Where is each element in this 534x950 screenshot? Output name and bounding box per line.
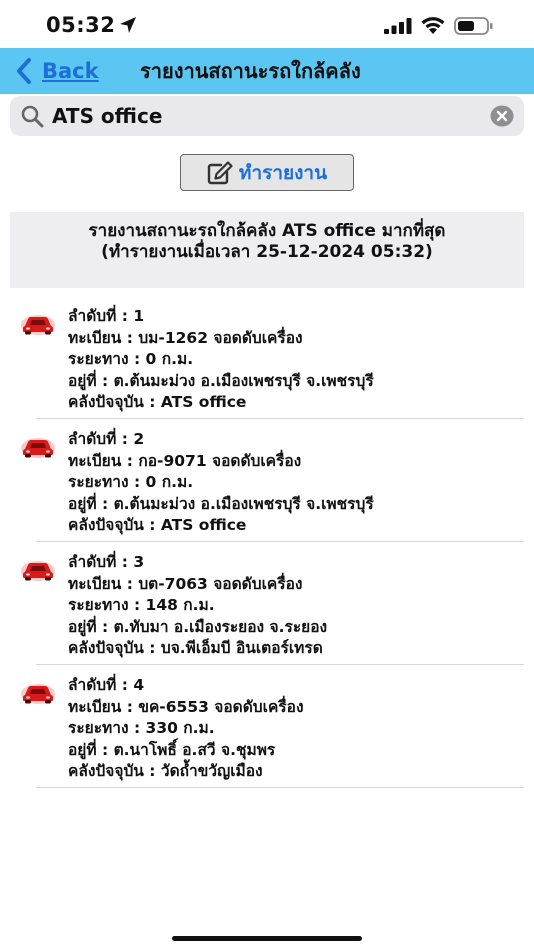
item-plate: ทะเบียน : บต-7063 จอดดับเครื่อง	[68, 574, 303, 593]
search-input[interactable]	[52, 100, 482, 132]
car-icon	[21, 684, 55, 704]
item-plate: ทะเบียน : ขค-6553 จอดดับเครื่อง	[68, 697, 304, 716]
divider	[36, 541, 524, 542]
item-details: ลำดับที่ : 1 ทะเบียน : บม-1262 จอดดับเคร…	[68, 306, 374, 414]
wifi-icon	[421, 17, 445, 34]
item-distance: ระยะทาง : 148 ก.ม.	[68, 596, 215, 614]
item-distance: ระยะทาง : 0 ก.ม.	[68, 350, 194, 368]
item-warehouse: คลังปัจจุบัน : บจ.พีเอ็มบี อินเตอร์เทรด	[68, 639, 323, 657]
nav-bar: Back รายงานสถานะรถใกล้คลัง	[0, 48, 534, 94]
list-item[interactable]: ลำดับที่ : 1 ทะเบียน : บม-1262 จอดดับเคร…	[0, 302, 534, 425]
item-warehouse: คลังปัจจุบัน : ATS office	[68, 516, 247, 534]
list-item[interactable]: ลำดับที่ : 3 ทะเบียน : บต-7063 จอดดับเคร…	[0, 548, 534, 671]
edit-icon	[207, 160, 233, 184]
search-icon	[21, 105, 44, 128]
item-details: ลำดับที่ : 4 ทะเบียน : ขค-6553 จอดดับเคร…	[68, 675, 304, 783]
item-warehouse: คลังปัจจุบัน : ATS office	[68, 393, 247, 411]
item-details: ลำดับที่ : 2 ทะเบียน : กอ-9071 จอดดับเคร…	[68, 429, 374, 537]
car-icon	[21, 561, 55, 581]
summary-title: รายงานสถานะรถใกล้คลัง ATS office มากที่ส…	[88, 221, 446, 241]
item-distance: ระยะทาง : 330 ก.ม.	[68, 719, 215, 737]
item-address: อยู่ที่ : ต.นาโพธิ์ อ.สวี จ.ชุมพร	[68, 740, 276, 759]
car-icon	[21, 315, 55, 335]
item-rank: ลำดับที่ : 3	[68, 553, 145, 571]
item-rank: ลำดับที่ : 1	[68, 307, 145, 325]
signal-icon	[384, 18, 412, 34]
item-rank: ลำดับที่ : 4	[68, 676, 145, 694]
vehicle-list: ลำดับที่ : 1 ทะเบียน : บม-1262 จอดดับเคร…	[0, 302, 534, 794]
item-plate: ทะเบียน : บม-1262 จอดดับเครื่อง	[68, 328, 303, 347]
item-warehouse: คลังปัจจุบัน : วัดถ้ำขวัญเมือง	[68, 762, 263, 780]
status-bar: 05:32	[0, 0, 534, 48]
status-time: 05:32	[46, 13, 116, 37]
report-button-label: ทำรายงาน	[238, 161, 328, 184]
summary-panel: รายงานสถานะรถใกล้คลัง ATS office มากที่ส…	[10, 212, 524, 288]
battery-icon	[454, 17, 493, 35]
item-rank: ลำดับที่ : 2	[68, 430, 145, 448]
divider	[36, 418, 524, 419]
back-button[interactable]: Back	[14, 48, 99, 94]
item-address: อยู่ที่ : ต.ทับมา อ.เมืองระยอง จ.ระยอง	[68, 617, 328, 636]
clear-circle-icon[interactable]	[490, 105, 514, 127]
list-item[interactable]: ลำดับที่ : 4 ทะเบียน : ขค-6553 จอดดับเคร…	[0, 671, 534, 794]
item-address: อยู่ที่ : ต.ต้นมะม่วง อ.เมืองเพชรบุรี จ.…	[68, 371, 374, 390]
location-arrow-icon	[120, 17, 136, 33]
item-plate: ทะเบียน : กอ-9071 จอดดับเครื่อง	[68, 451, 302, 470]
page-title: รายงานสถานะรถใกล้คลัง	[140, 59, 361, 83]
divider	[36, 787, 524, 788]
list-item[interactable]: ลำดับที่ : 2 ทะเบียน : กอ-9071 จอดดับเคร…	[0, 425, 534, 548]
chevron-left-icon	[17, 58, 31, 84]
report-button[interactable]: ทำรายงาน	[180, 154, 354, 191]
search-bar	[10, 96, 524, 136]
item-distance: ระยะทาง : 0 ก.ม.	[68, 473, 194, 491]
home-indicator[interactable]	[172, 936, 362, 941]
summary-timestamp: (ทำรายงานเมื่อเวลา 25-12-2024 05:32)	[101, 242, 433, 262]
item-details: ลำดับที่ : 3 ทะเบียน : บต-7063 จอดดับเคร…	[68, 552, 327, 660]
divider	[36, 664, 524, 665]
screen: 05:32 Back รายงานสถานะรถใกล้คลัง ATS off…	[0, 0, 534, 950]
item-address: อยู่ที่ : ต.ต้นมะม่วง อ.เมืองเพชรบุรี จ.…	[68, 494, 374, 513]
back-label: Back	[42, 59, 99, 83]
car-icon	[21, 438, 55, 458]
